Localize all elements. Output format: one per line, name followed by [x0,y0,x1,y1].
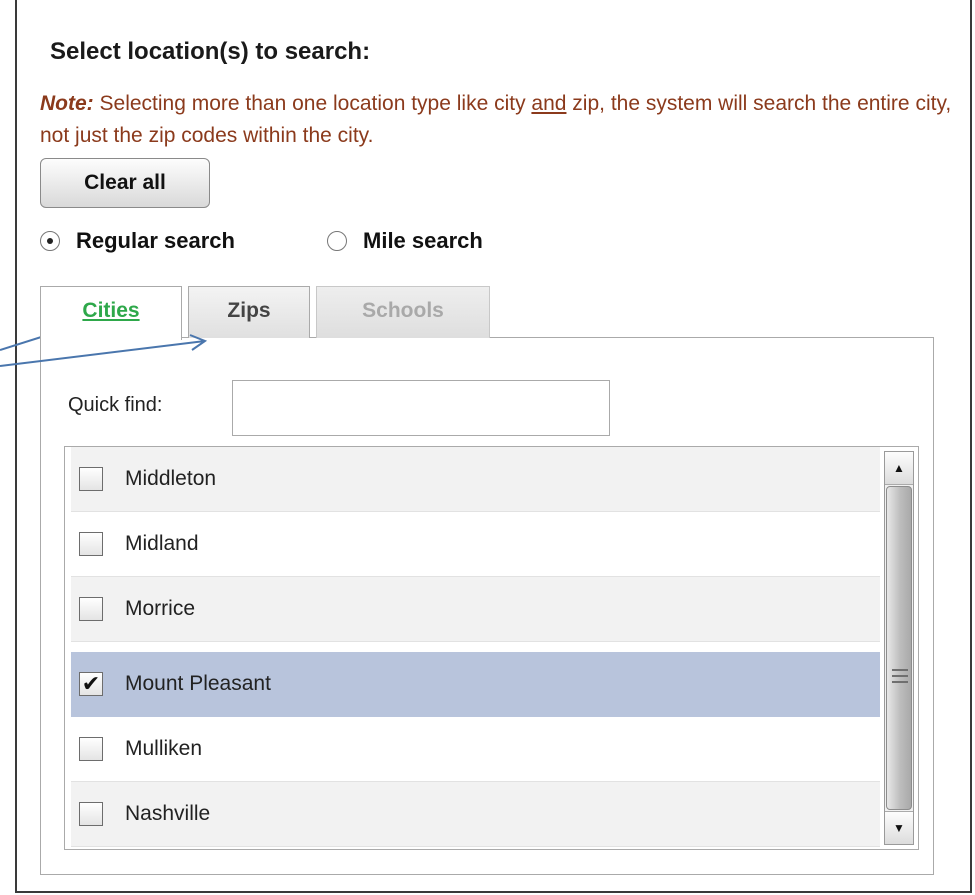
tab-cities-label: Cities [82,299,140,322]
annotation-arrow-zips [0,340,206,367]
tab-cities[interactable]: Cities [40,286,182,340]
annotation-arrows [0,317,208,367]
